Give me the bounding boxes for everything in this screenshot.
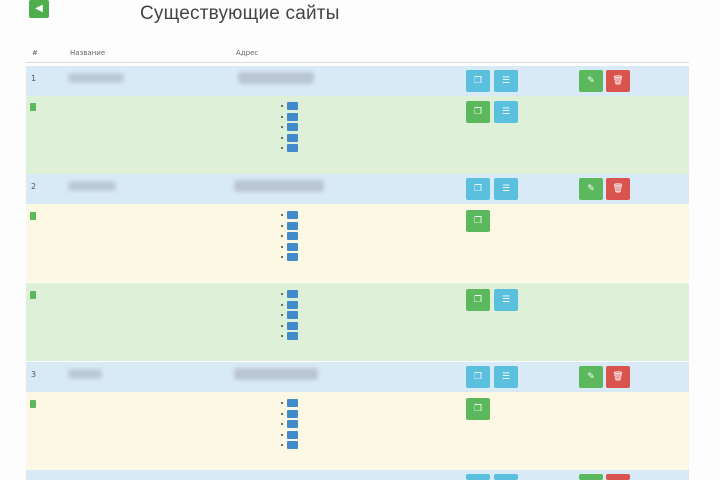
copy-button[interactable]: ❐ (466, 178, 490, 200)
site-row: 3 ❐ ☰ ✎ 🗑 (26, 362, 689, 392)
trash-icon: 🗑 (612, 76, 624, 86)
edit-icon: ✎ (587, 184, 595, 194)
list-item (281, 419, 301, 430)
delete-button[interactable]: 🗑 (606, 178, 630, 200)
list-item (281, 409, 301, 420)
site-detail-row: ❐ (26, 204, 689, 282)
delete-button[interactable]: 🗑 (606, 70, 630, 92)
copy-icon: ❐ (473, 184, 483, 194)
site-detail-row: ❐ (26, 392, 689, 470)
list-button[interactable]: ☰ (494, 70, 518, 92)
site-row: 1 ❐ ☰ ✎ 🗑 (26, 66, 689, 96)
list-icon: ☰ (501, 76, 511, 86)
list-item (281, 331, 301, 342)
copy-button[interactable]: ❐ (466, 101, 490, 123)
copy-icon: ❐ (473, 107, 483, 117)
copy-button[interactable]: ❐ (466, 366, 490, 388)
trash-icon: 🗑 (612, 372, 624, 382)
site-detail-row: ❐ ☰ (26, 283, 689, 361)
detail-item-list (281, 289, 301, 342)
copy-button[interactable]: ❐ (466, 398, 490, 420)
status-badge (30, 103, 36, 111)
site-row (26, 470, 689, 480)
list-icon: ☰ (501, 107, 511, 117)
copy-button[interactable]: ❐ (466, 70, 490, 92)
list-button[interactable]: ☰ (494, 366, 518, 388)
column-header-number: # (32, 49, 38, 57)
list-button[interactable]: ☰ (494, 178, 518, 200)
copy-button[interactable] (466, 474, 490, 480)
list-item (281, 289, 301, 300)
page-title: Существующие сайты (140, 3, 340, 24)
edit-button[interactable]: ✎ (579, 70, 603, 92)
list-item (281, 242, 301, 253)
list-item (281, 231, 301, 242)
detail-item-list (281, 101, 301, 154)
edit-button[interactable] (579, 474, 603, 480)
edit-icon: ✎ (587, 372, 595, 382)
back-button[interactable]: ◀ (29, 0, 49, 18)
list-button[interactable]: ☰ (494, 289, 518, 311)
list-item (281, 430, 301, 441)
site-name-redacted (68, 369, 102, 379)
list-item (281, 440, 301, 451)
delete-button[interactable] (606, 474, 630, 480)
list-item (281, 133, 301, 144)
site-number: 1 (31, 74, 37, 83)
list-item (281, 398, 301, 409)
copy-icon: ❐ (473, 295, 483, 305)
detail-item-list (281, 210, 301, 263)
edit-button[interactable]: ✎ (579, 366, 603, 388)
site-number: 3 (31, 370, 37, 379)
status-badge (30, 291, 36, 299)
copy-icon: ❐ (473, 216, 483, 226)
copy-icon: ❐ (473, 404, 483, 414)
list-icon: ☰ (501, 372, 511, 382)
status-badge (30, 212, 36, 220)
detail-item-list (281, 398, 301, 451)
table-header: # Название Адрес (26, 44, 689, 62)
copy-icon: ❐ (473, 76, 483, 86)
edit-icon: ✎ (587, 76, 595, 86)
site-name-redacted (68, 181, 116, 191)
list-item (281, 210, 301, 221)
site-name-redacted (68, 73, 124, 83)
list-item (281, 310, 301, 321)
site-address-redacted (234, 180, 324, 192)
list-item (281, 300, 301, 311)
arrow-left-icon: ◀ (35, 3, 43, 14)
header-divider (26, 62, 689, 63)
site-detail-row: ❐ ☰ (26, 96, 689, 174)
site-row: 2 ❐ ☰ ✎ 🗑 (26, 174, 689, 204)
site-address-redacted (238, 72, 314, 84)
copy-button[interactable]: ❐ (466, 210, 490, 232)
list-item (281, 252, 301, 263)
list-button[interactable]: ☰ (494, 101, 518, 123)
edit-button[interactable]: ✎ (579, 178, 603, 200)
column-header-name: Название (70, 49, 106, 57)
list-button[interactable] (494, 474, 518, 480)
status-badge (30, 400, 36, 408)
list-icon: ☰ (501, 184, 511, 194)
trash-icon: 🗑 (612, 184, 624, 194)
list-item (281, 101, 301, 112)
copy-icon: ❐ (473, 372, 483, 382)
delete-button[interactable]: 🗑 (606, 366, 630, 388)
list-item (281, 143, 301, 154)
column-header-address: Адрес (236, 49, 259, 57)
copy-button[interactable]: ❐ (466, 289, 490, 311)
list-icon: ☰ (501, 295, 511, 305)
list-item (281, 112, 301, 123)
list-item (281, 122, 301, 133)
site-address-redacted (234, 368, 318, 380)
site-number: 2 (31, 182, 37, 191)
list-item (281, 221, 301, 232)
list-item (281, 321, 301, 332)
